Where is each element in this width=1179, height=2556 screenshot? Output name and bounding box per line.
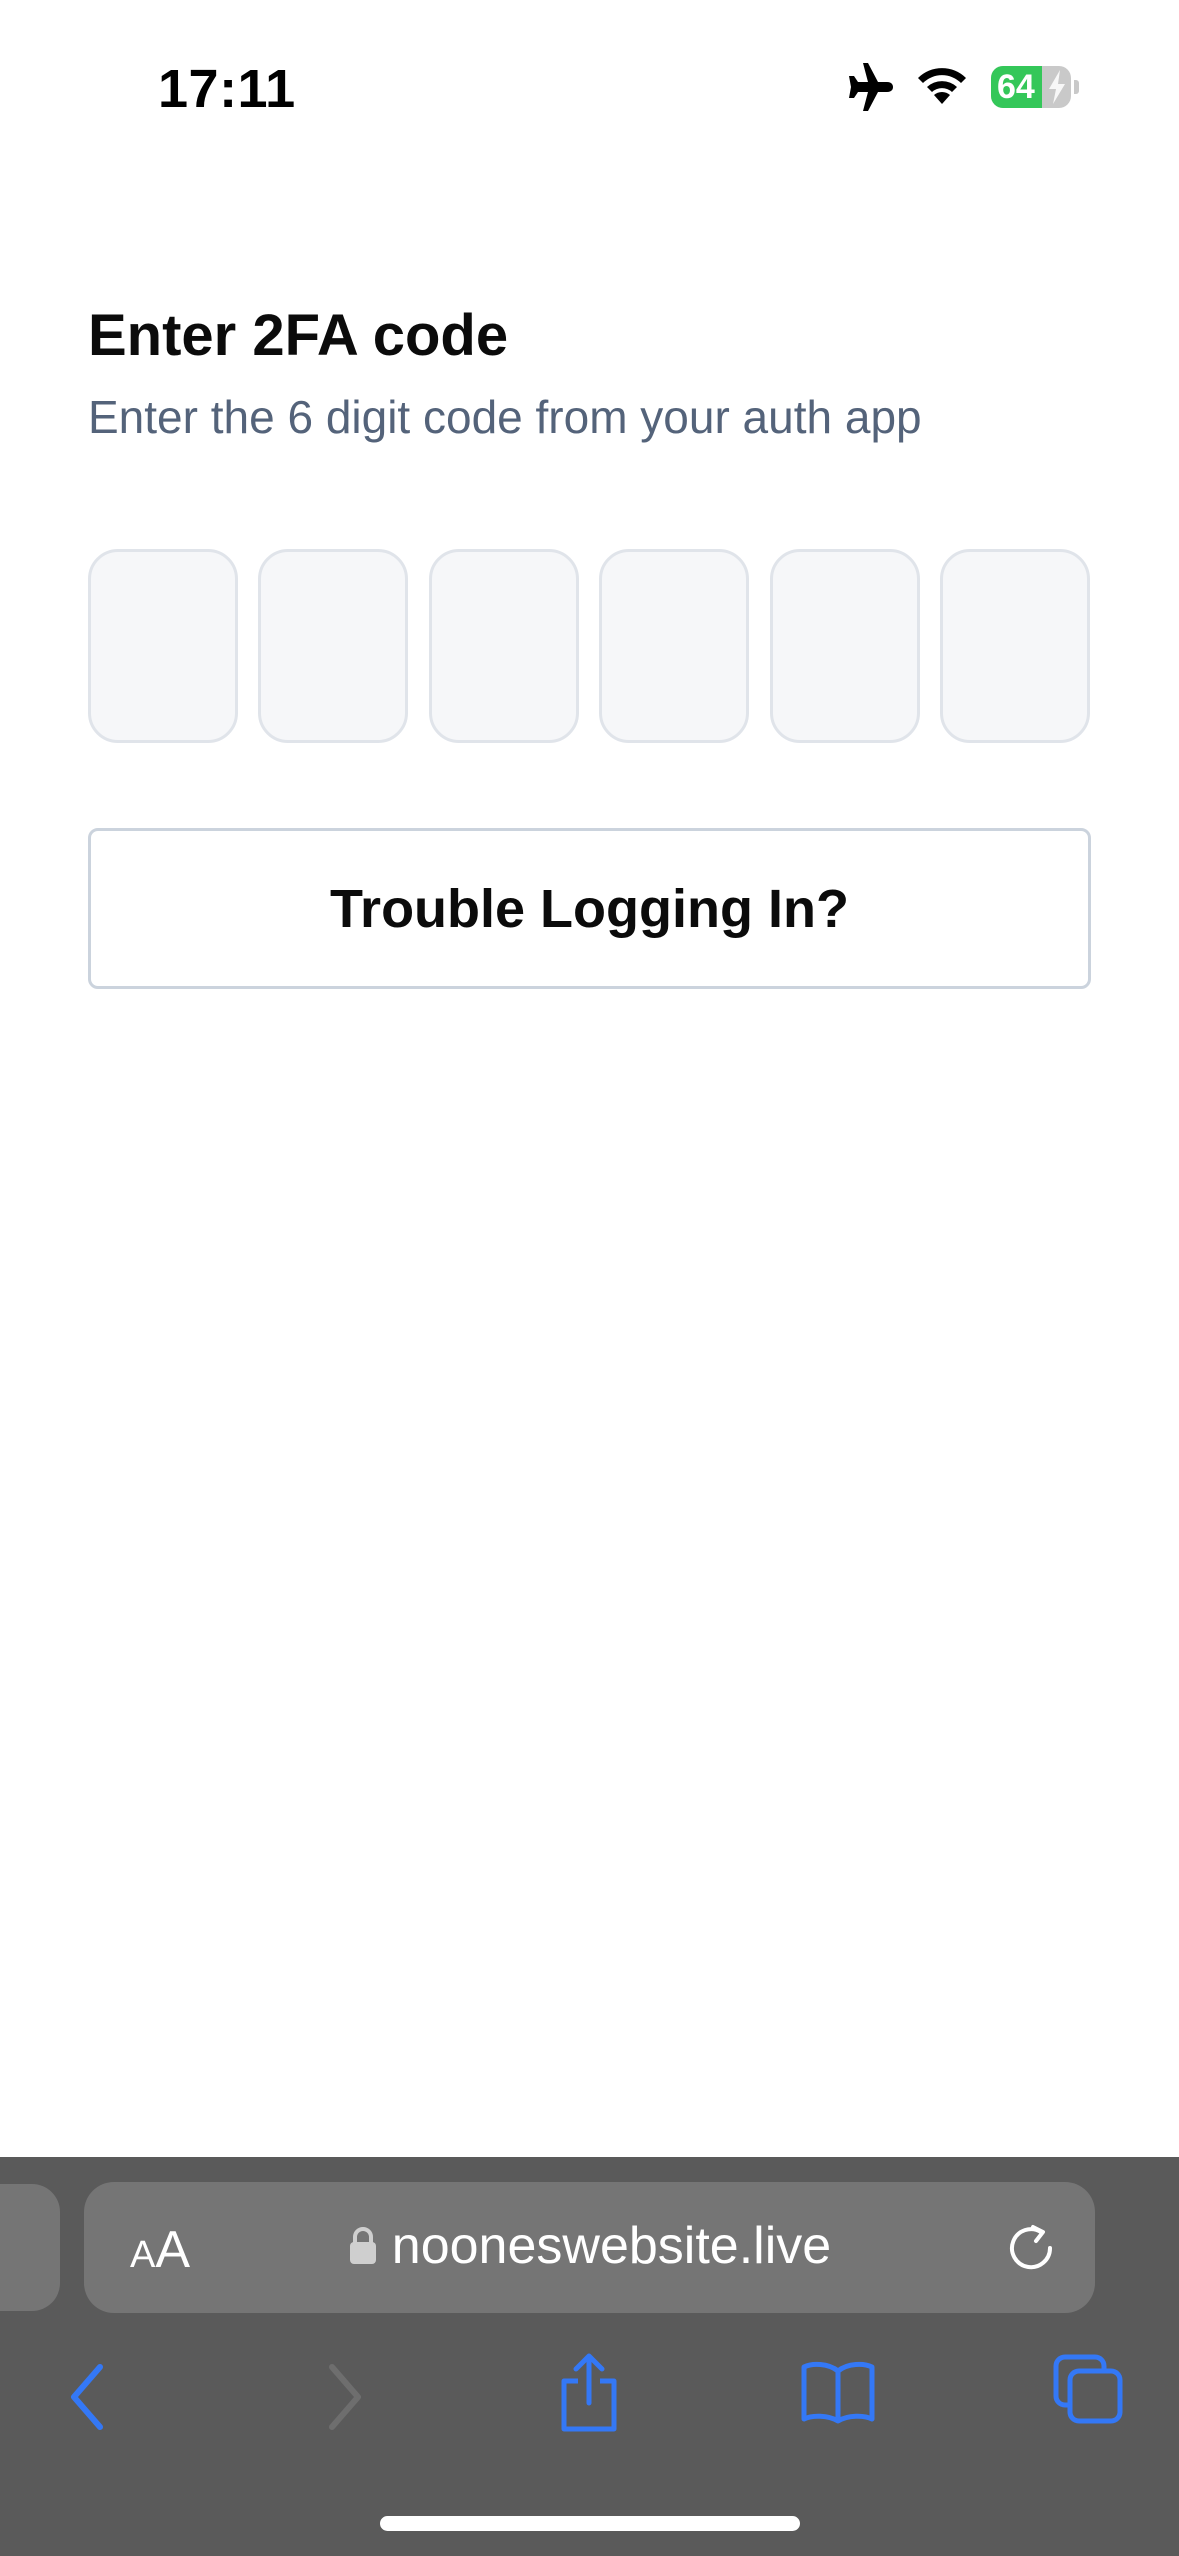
forward-icon[interactable] [318, 2359, 370, 2435]
code-digit-input-1[interactable] [88, 549, 238, 743]
code-digit-input-2[interactable] [258, 549, 409, 743]
status-time: 17:11 [158, 59, 296, 119]
reload-icon[interactable] [1005, 2222, 1057, 2274]
lock-icon [349, 2227, 376, 2264]
status-icons: 64 [841, 62, 1079, 112]
browser-bottom-bar: AA nooneswebsite.live [0, 2157, 1179, 2556]
status-bar: 17:11 64 [0, 0, 1179, 175]
code-digit-input-5[interactable] [769, 549, 920, 743]
code-digit-input-6[interactable] [939, 549, 1090, 743]
share-icon[interactable] [556, 2351, 622, 2435]
home-indicator [380, 2516, 800, 2531]
wifi-icon [918, 68, 966, 104]
url-display[interactable]: nooneswebsite.live [84, 2216, 1095, 2276]
page-title: Enter 2FA code [88, 303, 509, 368]
battery-cap [1074, 80, 1079, 94]
url-text: nooneswebsite.live [391, 2217, 832, 2275]
address-bar[interactable]: AA nooneswebsite.live [84, 2182, 1095, 2313]
bolt-icon [1049, 70, 1065, 104]
previous-tab-preview[interactable] [0, 2184, 60, 2311]
code-digit-input-4[interactable] [599, 549, 750, 743]
airplane-icon [849, 63, 893, 111]
trouble-logging-in-button[interactable]: Trouble Logging In? [88, 828, 1091, 989]
battery-charging-icon: 64 [991, 66, 1071, 108]
code-digit-input-3[interactable] [428, 549, 579, 743]
back-icon[interactable] [62, 2359, 114, 2435]
battery-level: 64 [997, 68, 1035, 106]
tabs-icon[interactable] [1052, 2353, 1124, 2425]
code-input-row [88, 549, 1090, 743]
browser-toolbar [0, 2337, 1179, 2457]
bookmarks-icon[interactable] [800, 2359, 876, 2425]
page-subtitle: Enter the 6 digit code from your auth ap… [88, 391, 922, 443]
